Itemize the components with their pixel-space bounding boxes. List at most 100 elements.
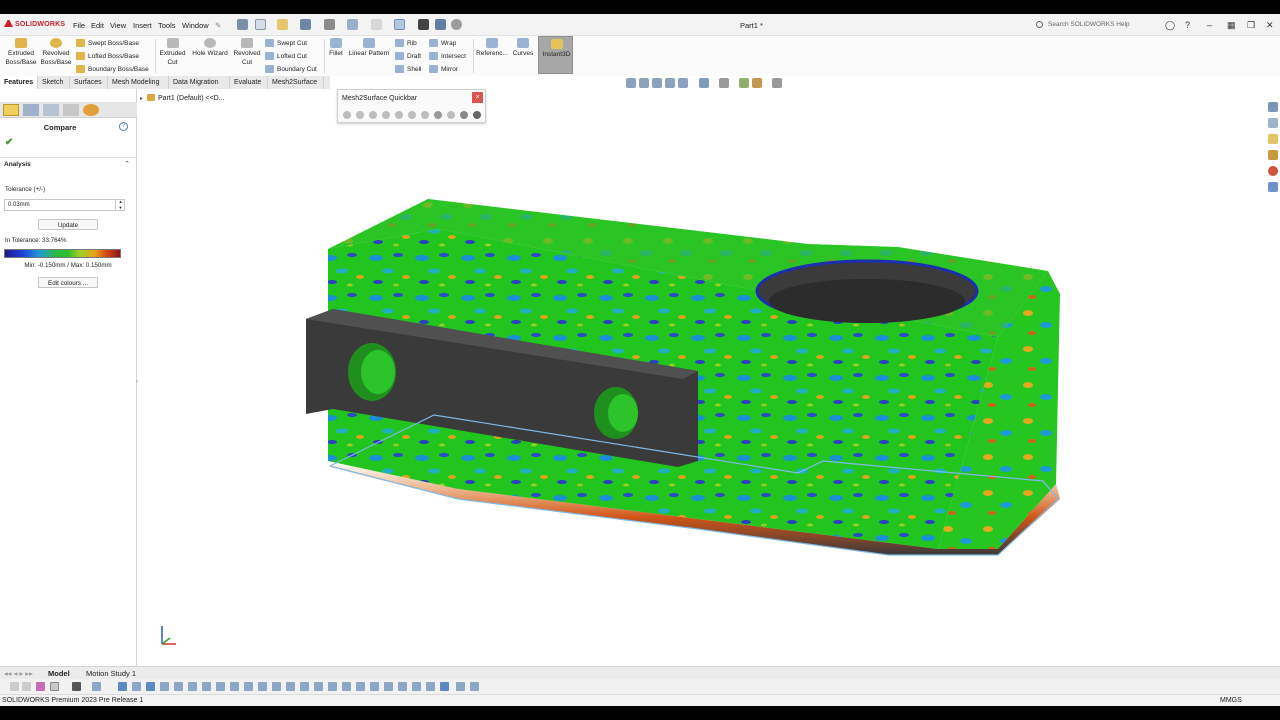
- minimize-button[interactable]: –: [1207, 20, 1212, 30]
- dimxpert-tab-icon[interactable]: [63, 104, 79, 116]
- hole-wizard-button[interactable]: Hole Wizard: [189, 36, 231, 58]
- bottom-tool-icon[interactable]: [132, 682, 141, 691]
- mesh-deviation-model[interactable]: [138, 89, 1264, 678]
- analysis-section-header[interactable]: Analysis ⌃: [0, 157, 136, 169]
- tab-mesh-modeling[interactable]: Mesh Modeling: [108, 76, 169, 89]
- bottom-tool-icon[interactable]: [456, 682, 465, 691]
- menu-view[interactable]: View: [110, 21, 126, 30]
- bottom-tool-icon[interactable]: [272, 682, 281, 691]
- bottom-tool-icon[interactable]: [370, 682, 379, 691]
- configuration-manager-tab-icon[interactable]: [43, 104, 59, 116]
- bottom-tool-icon[interactable]: [470, 682, 479, 691]
- help-icon[interactable]: ?: [119, 122, 128, 131]
- help-icon[interactable]: ?: [1185, 20, 1190, 30]
- intersect-button[interactable]: Intersect: [429, 52, 466, 60]
- display-manager-tab-icon[interactable]: [83, 104, 99, 116]
- bottom-tool-icon[interactable]: [118, 682, 127, 691]
- display-style-icon[interactable]: [719, 78, 729, 88]
- select-icon[interactable]: [394, 19, 405, 30]
- bottom-tool-icon[interactable]: [440, 682, 449, 691]
- quickbar-tool-2-icon[interactable]: [356, 111, 364, 119]
- home-icon[interactable]: [237, 19, 248, 30]
- bottom-tool-icon[interactable]: [314, 682, 323, 691]
- tab-motion-study-1[interactable]: Motion Study 1: [86, 669, 136, 678]
- rib-button[interactable]: Rib: [395, 39, 417, 47]
- graphics-area[interactable]: [138, 89, 1264, 678]
- quickbar-tool-6-icon[interactable]: [408, 111, 416, 119]
- instant3d-button[interactable]: Instant3D: [538, 36, 573, 74]
- swept-cut-button[interactable]: Swept Cut: [265, 39, 307, 47]
- bottom-tool-icon[interactable]: [384, 682, 393, 691]
- bottom-tool-icon[interactable]: [10, 682, 19, 691]
- zoom-area-icon[interactable]: [639, 78, 649, 88]
- quickbar-tool-11-icon[interactable]: [473, 111, 481, 119]
- tab-surfaces[interactable]: Surfaces: [70, 76, 108, 89]
- quickbar-tool-5-icon[interactable]: [395, 111, 403, 119]
- boundary-boss-button[interactable]: Boundary Boss/Base: [76, 65, 149, 73]
- design-library-icon[interactable]: [1268, 118, 1278, 128]
- tolerance-input[interactable]: 0.03mm: [4, 199, 125, 211]
- zoom-to-fit-icon[interactable]: [626, 78, 636, 88]
- curves-button[interactable]: Curves: [510, 36, 536, 58]
- bottom-tool-icon[interactable]: [146, 682, 155, 691]
- menu-window[interactable]: Window: [182, 21, 209, 30]
- quickbar-tool-3-icon[interactable]: [369, 111, 377, 119]
- bottom-tool-icon[interactable]: [342, 682, 351, 691]
- menu-tools[interactable]: Tools: [158, 21, 176, 30]
- user-icon[interactable]: ◯: [1165, 20, 1175, 31]
- update-button[interactable]: Update: [38, 219, 98, 230]
- view-palette-icon[interactable]: [1268, 150, 1278, 160]
- swept-boss-button[interactable]: Swept Boss/Base: [76, 39, 139, 47]
- quickbar-close-button[interactable]: ×: [472, 92, 483, 103]
- menu-file[interactable]: File: [73, 21, 85, 30]
- menu-insert[interactable]: Insert: [133, 21, 152, 30]
- revolved-cut-button[interactable]: Revolved Cut: [231, 36, 263, 67]
- linear-pattern-button[interactable]: Linear Pattern: [346, 36, 392, 58]
- print-icon[interactable]: [324, 19, 335, 30]
- quickbar-tool-7-icon[interactable]: [421, 111, 429, 119]
- lofted-cut-button[interactable]: Lofted Cut: [265, 52, 307, 60]
- bottom-tool-icon[interactable]: [426, 682, 435, 691]
- quickbar-tool-4-icon[interactable]: [382, 111, 390, 119]
- tab-sketch[interactable]: Sketch: [38, 76, 70, 89]
- bottom-tool-icon[interactable]: [412, 682, 421, 691]
- quickbar-tool-10-icon[interactable]: [460, 111, 468, 119]
- bottom-tool-icon[interactable]: [244, 682, 253, 691]
- ok-check-icon[interactable]: ✔: [5, 137, 13, 148]
- revolved-boss-button[interactable]: Revolved Boss/Base: [38, 36, 74, 67]
- tile-icon[interactable]: ▦: [1227, 20, 1236, 31]
- search-input[interactable]: Search SOLIDWORKS Help: [1034, 18, 1156, 32]
- restore-button[interactable]: ❐: [1247, 20, 1255, 31]
- units-selector[interactable]: MMGS: [1220, 697, 1242, 704]
- extruded-cut-button[interactable]: Extruded Cut: [157, 36, 188, 67]
- mirror-button[interactable]: Mirror: [429, 65, 458, 73]
- resources-icon[interactable]: [1268, 102, 1278, 112]
- save-icon[interactable]: [300, 19, 311, 30]
- undo-icon[interactable]: [347, 19, 358, 30]
- open-file-icon[interactable]: [277, 19, 288, 30]
- lofted-boss-button[interactable]: Lofted Boss/Base: [76, 52, 139, 60]
- quickbar-tool-9-icon[interactable]: [447, 111, 455, 119]
- extruded-boss-button[interactable]: Extruded Boss/Base: [3, 36, 39, 67]
- bottom-tool-icon[interactable]: [22, 682, 31, 691]
- redo-icon[interactable]: [371, 19, 382, 30]
- tolerance-spinner[interactable]: ▲ ▼: [115, 199, 125, 211]
- bottom-tool-icon[interactable]: [92, 682, 101, 691]
- bottom-tool-icon[interactable]: [300, 682, 309, 691]
- view-settings-icon[interactable]: [772, 78, 782, 88]
- reference-geometry-button[interactable]: Referenc...: [474, 36, 510, 58]
- bottom-tool-icon[interactable]: [160, 682, 169, 691]
- dynamic-annotation-icon[interactable]: [678, 78, 688, 88]
- bottom-tool-icon[interactable]: [174, 682, 183, 691]
- custom-properties-icon[interactable]: [1268, 182, 1278, 192]
- file-explorer-icon[interactable]: [1268, 134, 1278, 144]
- bottom-tool-icon[interactable]: [202, 682, 211, 691]
- bottom-tool-icon[interactable]: [328, 682, 337, 691]
- bottom-tool-icon[interactable]: [286, 682, 295, 691]
- bottom-tool-icon[interactable]: [36, 682, 45, 691]
- property-manager-tab-icon[interactable]: [23, 104, 39, 116]
- draft-button[interactable]: Draft: [395, 52, 421, 60]
- mesh2surface-quickbar[interactable]: Mesh2Surface Quickbar ×: [337, 89, 486, 123]
- bottom-tool-icon[interactable]: [216, 682, 225, 691]
- quickbar-tool-1-icon[interactable]: [343, 111, 351, 119]
